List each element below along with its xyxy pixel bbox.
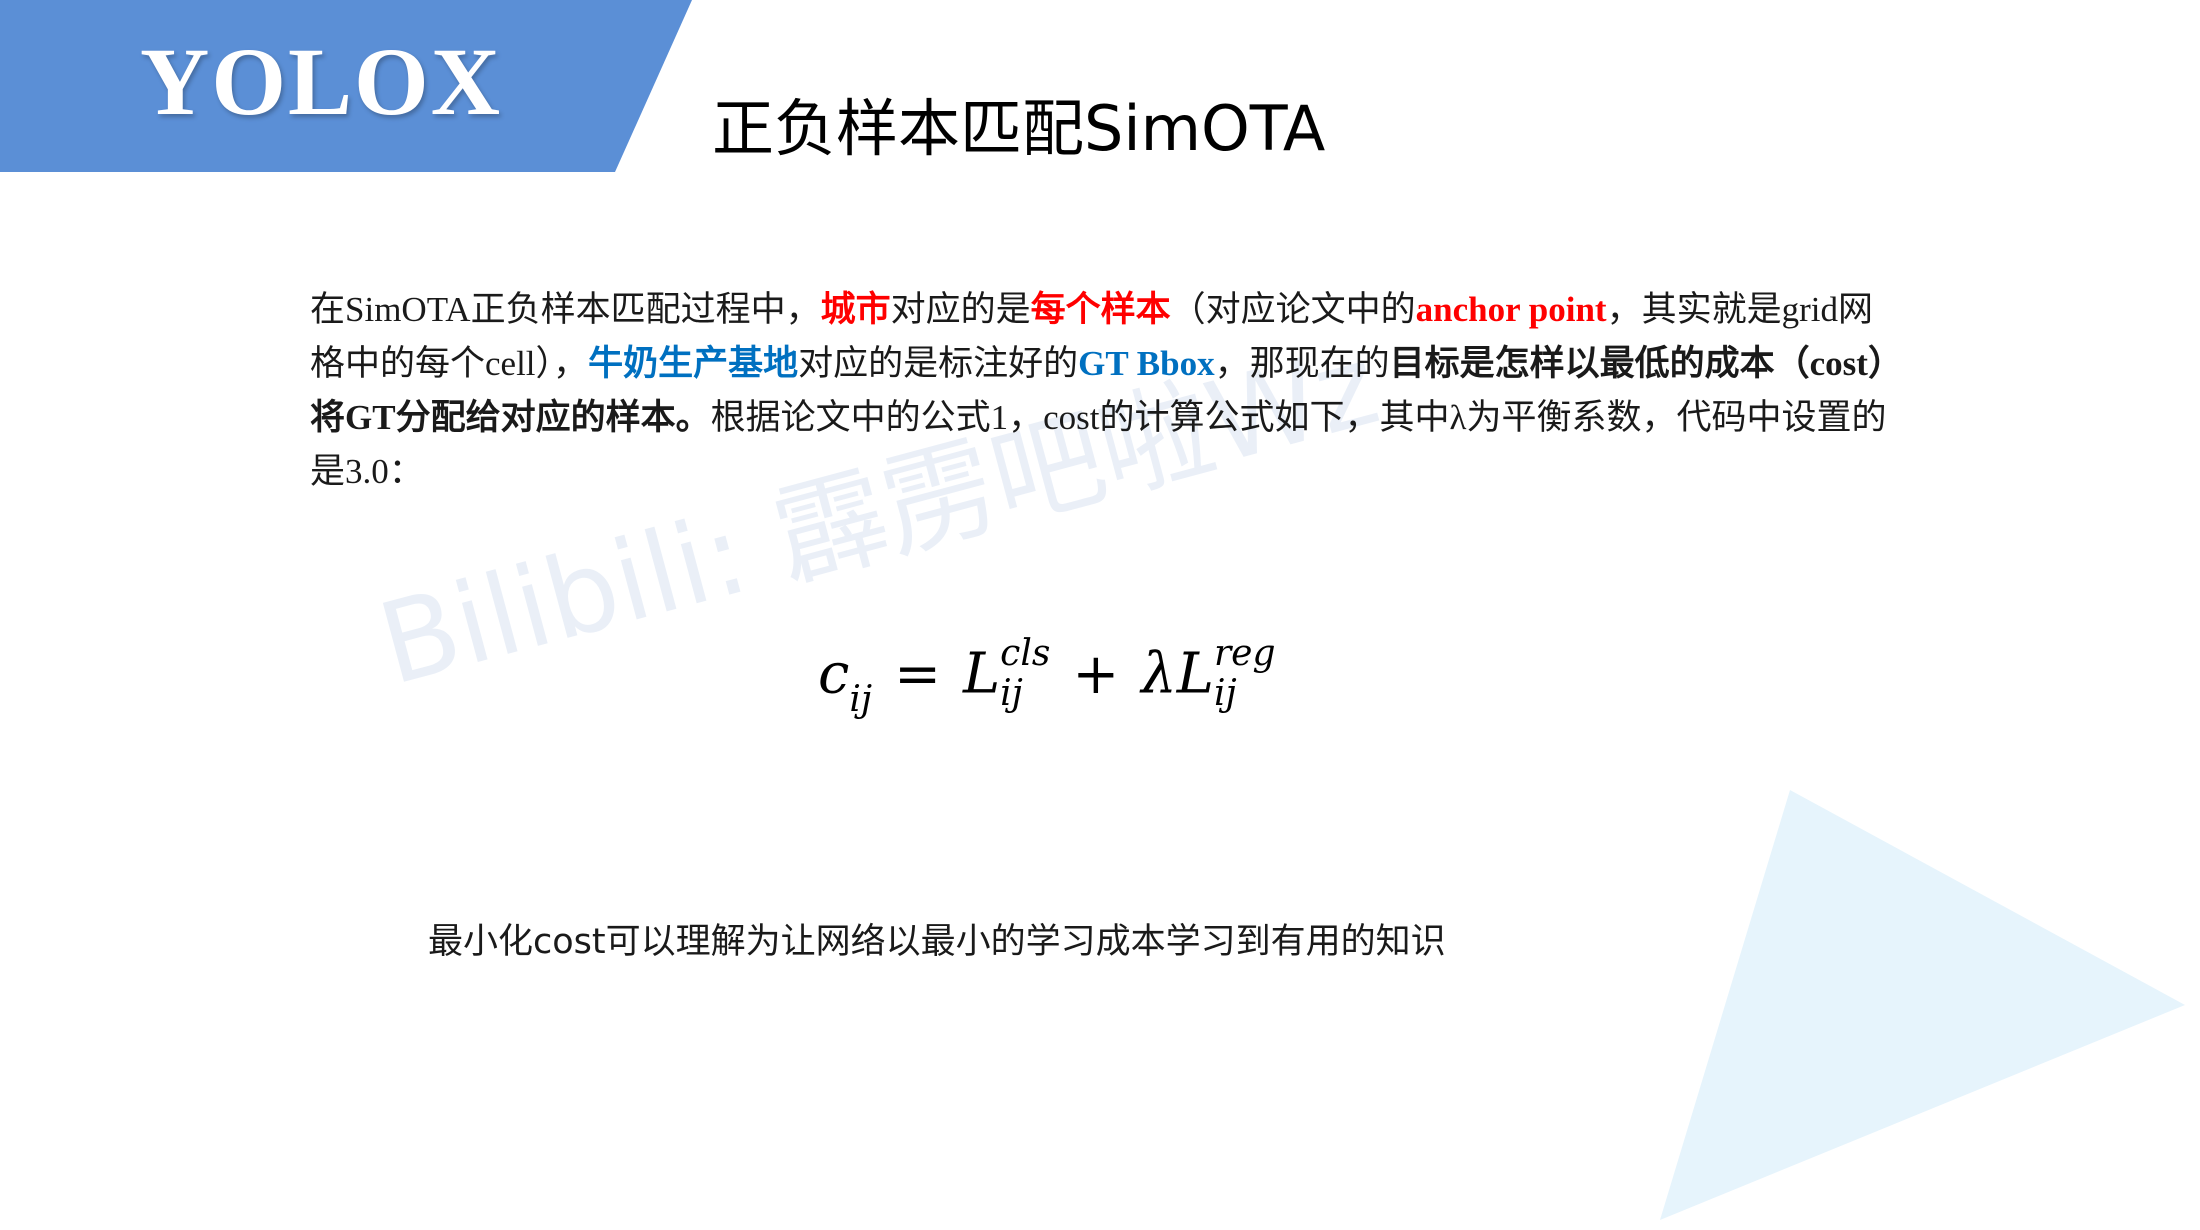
formula-cls-superscript: cls [1000, 633, 1051, 674]
formula-lambda: λ [1141, 641, 1177, 707]
decorative-triangle [1660, 790, 2185, 1220]
formula-lhs-subscript: ij [849, 678, 873, 720]
highlight-city: 城市 [820, 290, 891, 330]
text-run: 对应的是标注好的 [798, 344, 1079, 384]
text-run: 1 [990, 398, 1009, 437]
formula-cls-subscript: ij [1000, 673, 1023, 714]
highlight-gt-bbox: GT Bbox [1078, 344, 1215, 383]
formula-equals: = [894, 641, 941, 707]
text-run: ，那现在的 [1214, 344, 1390, 384]
formula-plus: + [1072, 641, 1120, 707]
text-run: SimOTA [345, 290, 471, 329]
formula-lhs: c [818, 641, 850, 707]
formula-reg-subscript: ij [1213, 673, 1237, 714]
text-run: grid [1781, 290, 1838, 329]
summary-text: 最小化cost可以理解为让网络以最小的学习成本学习到有用的知识 [428, 922, 1446, 962]
text-run: 3.0 [345, 452, 389, 491]
formula-cls-indices: cls ij [1000, 636, 1050, 712]
text-run: ，其实就是 [1606, 290, 1782, 330]
formula-cls-term: L [962, 641, 1001, 707]
decorative-triangle-shape [1660, 790, 2185, 1220]
text-run: 的计算公式如下，其中 [1099, 398, 1450, 438]
text-run: 在 [310, 290, 346, 330]
text-run: （对应论文中的 [1170, 290, 1416, 330]
text-run: 根据论文中的公式 [710, 398, 991, 438]
bold-goal: 分配给对应的样本。 [395, 398, 711, 438]
bold-goal: GT [345, 398, 396, 437]
text-run: λ [1449, 398, 1467, 437]
formula-reg-indices: reg ij [1214, 636, 1276, 712]
text-run: 对应的是 [890, 290, 1031, 330]
cost-formula: cij = Lcls ij + λL reg ij [818, 636, 1276, 720]
brand-title: YOLOX [140, 28, 503, 135]
formula-reg-term: L [1176, 641, 1214, 707]
highlight-anchor-point: anchor point [1415, 290, 1607, 329]
text-run: ）， [535, 344, 589, 384]
bold-goal: cost [1809, 344, 1868, 383]
text-run: cost [1043, 398, 1100, 437]
text-run: 正负样本匹配过程中， [470, 290, 821, 330]
formula-reg-superscript: reg [1213, 633, 1276, 674]
page-title: 正负样本匹配SimOTA [712, 92, 1326, 165]
bold-goal: 目标是怎样以最低的成本（ [1389, 344, 1810, 384]
text-run: cell [485, 344, 536, 383]
text-run: ， [1008, 398, 1044, 438]
highlight-each-sample: 每个样本 [1030, 290, 1171, 330]
text-run: ： [388, 452, 424, 492]
body-paragraph: 在SimOTA正负样本匹配过程中，城市对应的是每个样本（对应论文中的anchor… [310, 283, 1890, 499]
highlight-milk-base: 牛奶生产基地 [588, 344, 799, 384]
